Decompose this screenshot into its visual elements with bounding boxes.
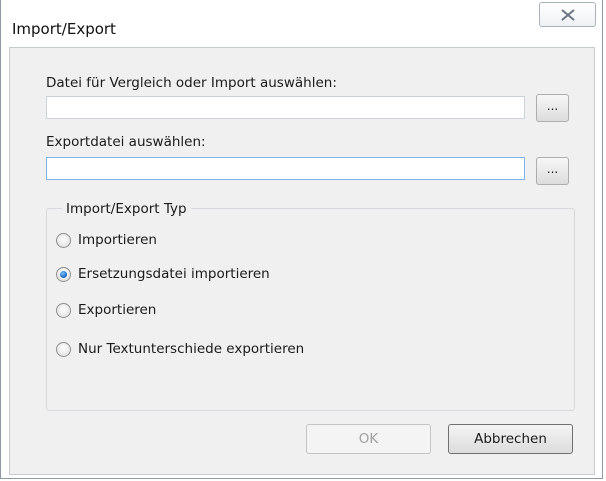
radio-label: Exportieren [78, 302, 157, 318]
close-button[interactable] [539, 2, 596, 27]
export-file-label: Exportdatei auswählen: [46, 134, 206, 150]
export-file-input[interactable] [46, 157, 525, 180]
import-export-dialog: Import/Export Datei für Vergleich oder I… [0, 0, 603, 479]
radio-button-selected[interactable] [56, 267, 71, 282]
group-title: Import/Export Typ [62, 201, 191, 217]
radio-label: Importieren [78, 232, 157, 248]
compare-import-label: Datei für Vergleich oder Import auswähle… [46, 75, 337, 91]
compare-import-file-input[interactable] [46, 96, 525, 119]
radio-button[interactable] [56, 342, 71, 357]
radio-label: Ersetzungsdatei importieren [78, 266, 270, 282]
radio-label: Nur Textunterschiede exportieren [78, 341, 305, 357]
title-bar: Import/Export [1, 0, 602, 47]
dialog-body: Datei für Vergleich oder Import auswähle… [9, 47, 595, 475]
compare-import-browse-button[interactable]: ... [536, 94, 569, 122]
dialog-title: Import/Export [12, 20, 116, 38]
close-icon [561, 9, 575, 21]
export-browse-button[interactable]: ... [536, 157, 569, 185]
cancel-button[interactable]: Abbrechen [448, 424, 573, 454]
ok-button[interactable]: OK [306, 424, 431, 454]
radio-button[interactable] [56, 303, 71, 318]
radio-button[interactable] [56, 233, 71, 248]
